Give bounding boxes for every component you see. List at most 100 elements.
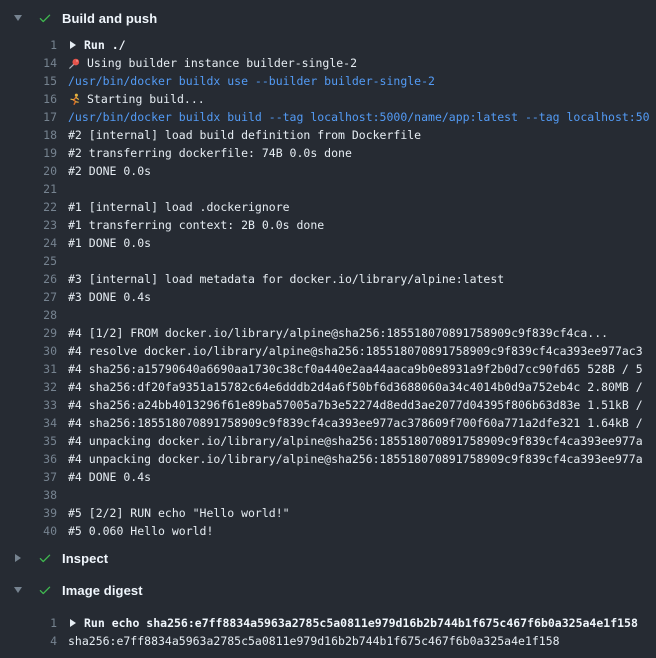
line-number[interactable]: 39: [0, 504, 57, 522]
line-number[interactable]: 4: [0, 632, 57, 650]
run-expand-caret-icon[interactable]: [70, 619, 76, 627]
log-line: 21: [0, 180, 656, 198]
log-section-inspect: Inspect: [0, 542, 656, 574]
line-number[interactable]: 19: [0, 144, 57, 162]
line-number[interactable]: 36: [0, 450, 57, 468]
line-number[interactable]: 23: [0, 216, 57, 234]
pushpin-icon: [68, 57, 81, 70]
line-number[interactable]: 1: [0, 614, 57, 632]
line-number[interactable]: 28: [0, 306, 57, 324]
line-number[interactable]: 1: [0, 36, 57, 54]
log-line-content: #5 [2/2] RUN echo "Hello world!": [68, 504, 656, 522]
log-line-content: #1 [internal] load .dockerignore: [68, 198, 656, 216]
log-line-content: Starting build...: [68, 90, 656, 108]
log-line-content: Run echo sha256:e7ff8834a5963a2785c5a081…: [68, 614, 656, 632]
run-expand-caret-icon[interactable]: [70, 41, 76, 49]
log-text: Starting build...: [87, 90, 205, 108]
line-number[interactable]: 40: [0, 522, 57, 540]
line-number[interactable]: 17: [0, 108, 57, 126]
line-number[interactable]: 21: [0, 180, 57, 198]
section-header-image-digest[interactable]: Image digest: [0, 574, 656, 606]
log-text: #4 [1/2] FROM docker.io/library/alpine@s…: [68, 324, 608, 342]
line-number[interactable]: 24: [0, 234, 57, 252]
section-title: Build and push: [62, 11, 157, 26]
log-line: 35 #4 unpacking docker.io/library/alpine…: [0, 432, 656, 450]
line-number[interactable]: 37: [0, 468, 57, 486]
log-line-content: #4 unpacking docker.io/library/alpine@sh…: [68, 450, 656, 468]
section-title: Image digest: [62, 583, 143, 598]
log-line-content: #2 transferring dockerfile: 74B 0.0s don…: [68, 144, 656, 162]
log-line: 20 #2 DONE 0.0s: [0, 162, 656, 180]
log-text: #1 DONE 0.0s: [68, 234, 151, 252]
line-number[interactable]: 38: [0, 486, 57, 504]
log-line: 28: [0, 306, 656, 324]
log-line-content: #4 sha256:185518070891758909c9f839cf4ca3…: [68, 414, 656, 432]
log-line-content: #4 sha256:a24bb4013296f61e89ba57005a7b3e…: [68, 396, 656, 414]
log-line: 40 #5 0.060 Hello world!: [0, 522, 656, 540]
line-number[interactable]: 18: [0, 126, 57, 144]
log-line: 32 #4 sha256:df20fa9351a15782c64e6dddb2d…: [0, 378, 656, 396]
log-line: 17 /usr/bin/docker buildx build --tag lo…: [0, 108, 656, 126]
log-text: #3 [internal] load metadata for docker.i…: [68, 270, 504, 288]
log-line-content: #2 DONE 0.0s: [68, 162, 656, 180]
log-text: #4 sha256:a24bb4013296f61e89ba57005a7b3e…: [68, 396, 643, 414]
line-number[interactable]: 25: [0, 252, 57, 270]
log-text: sha256:e7ff8834a5963a2785c5a0811e979d16b…: [68, 632, 560, 650]
log-section-build-and-push: Build and push 1 Run ./: [0, 2, 656, 542]
line-number[interactable]: 15: [0, 72, 57, 90]
log-line: 31 #4 sha256:a15790640a6690aa1730c38cf0a…: [0, 360, 656, 378]
log-line: 25: [0, 252, 656, 270]
line-number[interactable]: 32: [0, 378, 57, 396]
section-header-inspect[interactable]: Inspect: [0, 542, 656, 574]
log-line: 23 #1 transferring context: 2B 0.0s done: [0, 216, 656, 234]
log-line: 26 #3 [internal] load metadata for docke…: [0, 270, 656, 288]
log-line-content: Using builder instance builder-single-2: [68, 54, 656, 72]
log-text: #2 transferring dockerfile: 74B 0.0s don…: [68, 144, 352, 162]
line-number[interactable]: 22: [0, 198, 57, 216]
log-text: #1 [internal] load .dockerignore: [68, 198, 290, 216]
section-header-build-and-push[interactable]: Build and push: [0, 2, 656, 34]
line-number[interactable]: 31: [0, 360, 57, 378]
log-text: #4 sha256:df20fa9351a15782c64e6dddb2d4a6…: [68, 378, 643, 396]
line-number[interactable]: 35: [0, 432, 57, 450]
log-line: 39 #5 [2/2] RUN echo "Hello world!": [0, 504, 656, 522]
line-number[interactable]: 34: [0, 414, 57, 432]
log-text: #4 sha256:185518070891758909c9f839cf4ca3…: [68, 414, 643, 432]
log-text: #2 DONE 0.0s: [68, 162, 151, 180]
log-text: #4 unpacking docker.io/library/alpine@sh…: [68, 432, 643, 450]
log-line-content: sha256:e7ff8834a5963a2785c5a0811e979d16b…: [68, 632, 656, 650]
log-line: 38: [0, 486, 656, 504]
log-line: 16 Starting build...: [0, 90, 656, 108]
chevron-right-icon: [15, 554, 21, 562]
log-text: #5 0.060 Hello world!: [68, 522, 213, 540]
log-line-content: #4 resolve docker.io/library/alpine@sha2…: [68, 342, 656, 360]
line-number[interactable]: 26: [0, 270, 57, 288]
line-number[interactable]: 27: [0, 288, 57, 306]
log-line-content: #3 [internal] load metadata for docker.i…: [68, 270, 656, 288]
log-line-content: /usr/bin/docker buildx use --builder bui…: [68, 72, 656, 90]
log-text: #4 sha256:a15790640a6690aa1730c38cf0a440…: [68, 360, 643, 378]
check-success-icon: [38, 551, 52, 565]
log-line: 22 #1 [internal] load .dockerignore: [0, 198, 656, 216]
line-number[interactable]: 14: [0, 54, 57, 72]
log-line: 14 Using builder instance builder-single…: [0, 54, 656, 72]
log-line: 18 #2 [internal] load build definition f…: [0, 126, 656, 144]
log-text: Run ./: [84, 36, 126, 54]
log-line-content: #1 transferring context: 2B 0.0s done: [68, 216, 656, 234]
log-line: 4 sha256:e7ff8834a5963a2785c5a0811e979d1…: [0, 632, 656, 650]
line-number[interactable]: 16: [0, 90, 57, 108]
log-text: /usr/bin/docker buildx use --builder bui…: [68, 72, 435, 90]
log-line-content: Run ./: [68, 36, 656, 54]
line-number[interactable]: 33: [0, 396, 57, 414]
line-number[interactable]: 20: [0, 162, 57, 180]
section-title: Inspect: [62, 551, 108, 566]
log-text: Run echo sha256:e7ff8834a5963a2785c5a081…: [84, 614, 638, 632]
log-section-image-digest: Image digest 1 Run echo sha256:e7ff: [0, 574, 656, 652]
chevron-down-icon: [14, 15, 22, 21]
line-number[interactable]: 30: [0, 342, 57, 360]
log-line: 37 #4 DONE 0.4s: [0, 468, 656, 486]
workflow-log-viewer: Build and push 1 Run ./: [0, 0, 656, 658]
section-log-lines: 1 Run echo sha256:e7ff8834a5963a2785c5a0…: [0, 606, 656, 652]
line-number[interactable]: 29: [0, 324, 57, 342]
chevron-down-icon: [14, 587, 22, 593]
